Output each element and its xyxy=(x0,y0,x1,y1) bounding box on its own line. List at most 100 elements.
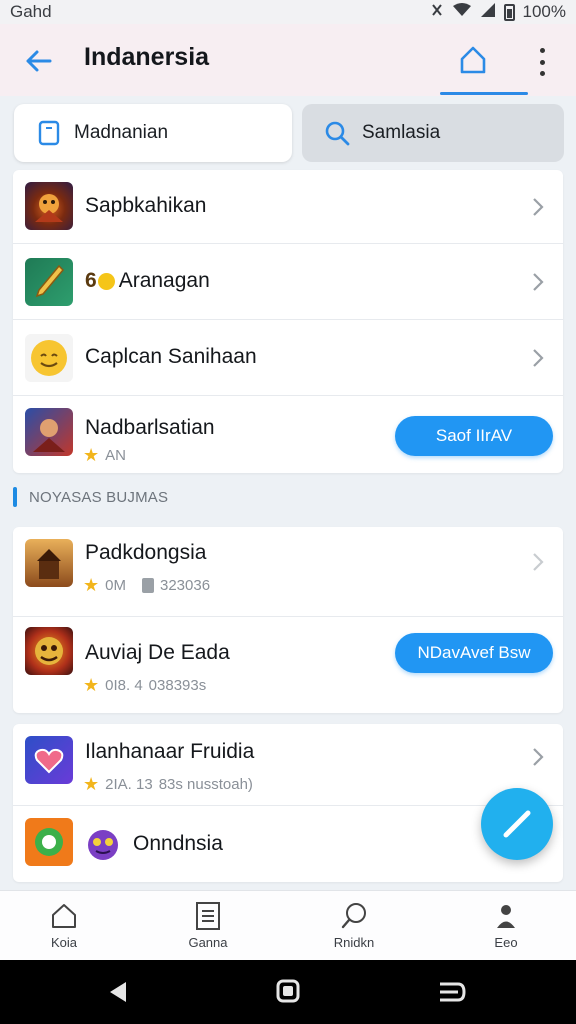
game-warrior-icon xyxy=(25,182,73,230)
more-options-button[interactable] xyxy=(532,44,552,80)
item-title: Padkdongsia xyxy=(85,541,207,564)
extra-text: 83s nusstoah) xyxy=(158,776,253,793)
app-list-card: Ilanhanaar Fruidia ★ 2IA. 13 83s nusstoa… xyxy=(13,724,563,882)
star-icon: ★ xyxy=(83,675,100,695)
home-icon xyxy=(460,46,486,74)
battery-percent: 100% xyxy=(522,2,566,21)
chevron-right-icon xyxy=(533,349,544,367)
chevron-right-icon xyxy=(533,748,544,766)
document-icon xyxy=(196,902,220,930)
item-rating: ★ AN xyxy=(83,445,126,466)
page-title: Indanersia xyxy=(84,43,210,71)
game-hero-icon xyxy=(25,408,73,456)
list-item[interactable]: Padkdongsia ★ 0M 323036 xyxy=(13,527,563,617)
chevron-right-icon xyxy=(533,273,544,291)
wifi-icon xyxy=(452,2,472,22)
section-header: NOYASAS BUJMAS xyxy=(13,486,168,508)
storage-icon xyxy=(141,578,154,593)
list-item[interactable]: Nadbarlsatian ★ AN Saof IIrAV xyxy=(13,396,563,473)
smiley-emoji-icon xyxy=(25,334,73,382)
nav-item-eeo[interactable]: Eeo xyxy=(466,901,546,950)
item-title: Aranagan xyxy=(118,269,210,292)
star-icon: ★ xyxy=(83,575,100,595)
dot-icon xyxy=(539,59,545,65)
battery-icon xyxy=(503,3,515,21)
app-bar: Indanersia xyxy=(0,24,576,96)
nav-item-rnidkn[interactable]: Rnidkn xyxy=(314,901,394,950)
status-bar: Gahd 100% xyxy=(0,0,576,24)
bottom-navigation: Koia Ganna Rnidkn Eeo xyxy=(0,890,576,960)
edit-fab[interactable] xyxy=(481,788,553,860)
size-text: 323036 xyxy=(159,577,211,594)
tab-label: Samlasia xyxy=(362,122,441,143)
arrow-left-icon xyxy=(26,50,52,72)
heart-app-icon xyxy=(25,736,73,784)
castle-game-icon xyxy=(25,539,73,587)
home-button[interactable] xyxy=(452,40,494,80)
size-text: 038393s xyxy=(148,677,207,694)
list-item[interactable]: Auviaj De Eada ★ 0I8. 4 038393s NDavAvef… xyxy=(13,617,563,713)
item-title: Auviaj De Eada xyxy=(85,641,230,664)
tab-label: Madnanian xyxy=(74,122,169,143)
rating-text: AN xyxy=(105,447,126,464)
list-item[interactable]: 6 Aranagan xyxy=(13,244,563,320)
tab-samlasia[interactable]: Samlasia xyxy=(302,104,564,162)
tab-bar: Madnanian Samlasia xyxy=(14,104,564,164)
item-title: Onndnsia xyxy=(133,832,223,855)
app-list-card: Sapbkahikan 6 Aranagan Caplcan Sanihaan … xyxy=(13,170,563,473)
item-prefix: 6 xyxy=(85,269,97,292)
star-icon: ★ xyxy=(83,445,100,465)
install-button[interactable]: Saof IIrAV xyxy=(395,416,553,456)
star-icon: ★ xyxy=(83,774,100,794)
system-home-button[interactable] xyxy=(275,978,301,1009)
chevron-right-icon xyxy=(533,553,544,571)
chat-app-icon xyxy=(25,818,73,866)
install-button[interactable]: NDavAvef Bsw xyxy=(395,633,553,673)
system-back-button[interactable] xyxy=(106,980,130,1009)
monster-emoji-icon xyxy=(85,826,121,862)
chevron-right-icon xyxy=(533,198,544,216)
search-icon xyxy=(312,119,362,147)
item-meta: ★ 0I8. 4 038393s xyxy=(83,675,206,696)
app-list-card: Padkdongsia ★ 0M 323036 Auviaj De Eada ★… xyxy=(13,527,563,713)
square-home-icon xyxy=(276,979,300,1003)
home-icon xyxy=(52,904,76,928)
active-indicator xyxy=(440,92,528,95)
section-accent-bar xyxy=(13,487,17,507)
search-person-icon xyxy=(341,903,366,929)
pencil-icon xyxy=(503,810,531,838)
list-item[interactable]: Ilanhanaar Fruidia ★ 2IA. 13 83s nusstoa… xyxy=(13,724,563,806)
nav-label: Eeo xyxy=(494,935,518,950)
list-item[interactable]: Caplcan Sanihaan xyxy=(13,320,563,396)
item-title: Nadbarlsatian xyxy=(85,416,215,439)
nav-label: Ganna xyxy=(188,935,228,950)
nav-item-koia[interactable]: Koia xyxy=(24,901,104,950)
item-title: Sapbkahikan xyxy=(85,194,207,217)
nav-label: Koia xyxy=(50,935,78,950)
carrier-label: Gahd xyxy=(10,2,52,21)
rating-text: 0I8. 4 xyxy=(105,677,143,694)
rating-text: 0M xyxy=(105,577,126,594)
system-navigation-bar xyxy=(0,960,576,1024)
section-label: NOYASAS BUJMAS xyxy=(29,488,169,506)
item-meta: ★ 2IA. 13 83s nusstoah) xyxy=(83,774,253,795)
profile-icon xyxy=(497,905,515,928)
rating-text: 2IA. 13 xyxy=(105,776,153,793)
item-title: Ilanhanaar Fruidia xyxy=(85,740,255,763)
recents-icon xyxy=(440,982,466,1002)
dot-icon xyxy=(539,48,545,53)
tablet-icon xyxy=(24,120,74,146)
coin-icon xyxy=(97,272,115,290)
system-recents-button[interactable] xyxy=(438,980,466,1009)
back-button[interactable] xyxy=(22,44,56,78)
triangle-back-icon xyxy=(110,982,126,1002)
item-title: Caplcan Sanihaan xyxy=(85,345,257,368)
dot-icon xyxy=(539,71,545,76)
nav-item-ganna[interactable]: Ganna xyxy=(168,901,248,950)
nav-label: Rnidkn xyxy=(333,935,375,950)
tab-madnanian[interactable]: Madnanian xyxy=(14,104,292,162)
item-title-group: 6 Aranagan xyxy=(85,269,210,293)
list-item[interactable]: Sapbkahikan xyxy=(13,170,563,244)
item-meta: ★ 0M 323036 xyxy=(83,575,210,596)
vibrate-icon xyxy=(430,2,444,22)
